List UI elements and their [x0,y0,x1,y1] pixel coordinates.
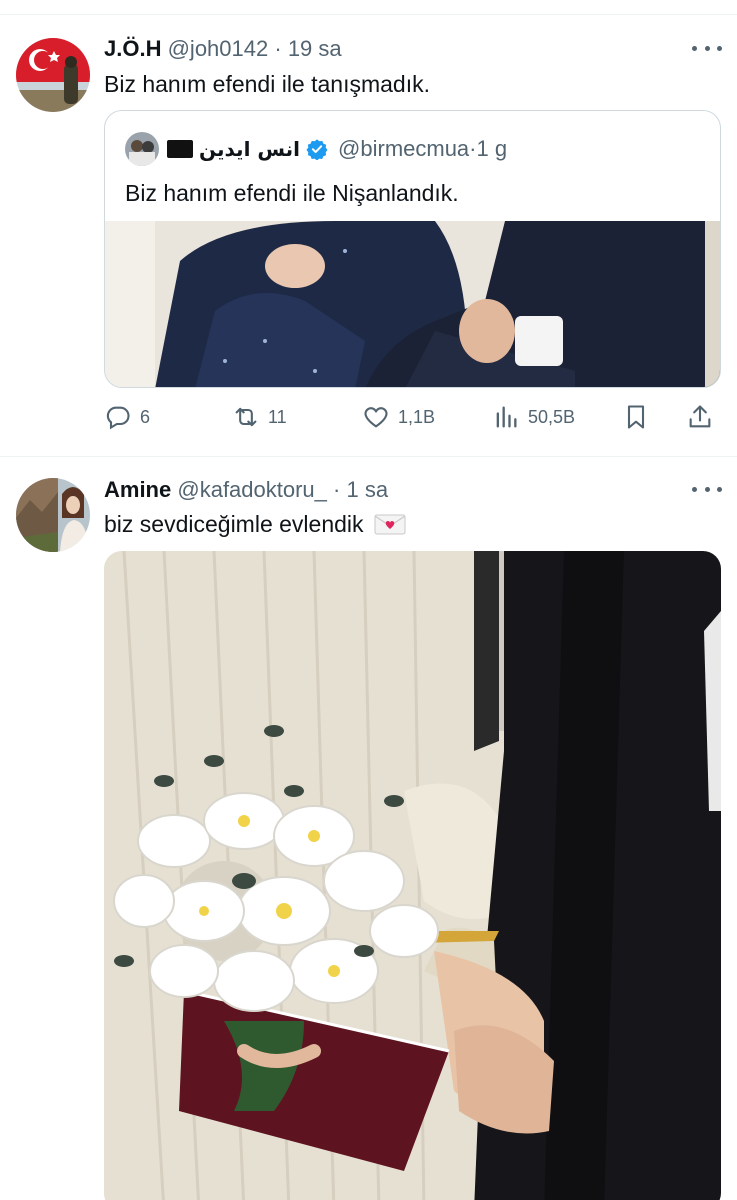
turkish-flag-avatar-icon [16,38,90,112]
heart-icon [364,407,388,428]
retweet-icon [235,407,257,427]
love-letter-icon [374,514,406,535]
tweet-header: Amine @kafadoktoru_ · 1 sa [104,477,388,503]
quoted-tweet-image[interactable] [105,221,720,387]
tweet-text: Biz hanım efendi ile tanışmadık. [104,71,430,97]
views-button[interactable]: 50,5B [492,400,575,434]
more-options-icon[interactable] [692,479,722,499]
reply-button[interactable]: 6 [104,400,150,434]
quoted-tweet-text: Biz hanım efendi ile Nişanlandık. [125,180,459,206]
avatar[interactable] [16,478,90,552]
separator-dot: · [469,136,477,161]
tweet-photo[interactable] [104,551,721,1200]
bookmark-button[interactable] [622,400,658,434]
avatar[interactable] [16,38,90,112]
tweet-text-line: biz sevdiceğimle evlendik [104,510,406,538]
author-name[interactable]: J.Ö.H [104,36,161,61]
quoted-tweet[interactable]: انس ایدین @birmecmua · 1 g Biz hanım efe… [104,110,721,388]
user-photo-avatar [16,478,90,552]
tweet-actions: 6 11 1,1B 50,5B [104,400,721,434]
separator-dot: · [333,477,341,502]
quoted-timestamp: 1 g [476,136,508,161]
like-button[interactable]: 1,1B [362,400,435,434]
like-count: 1,1B [398,406,436,427]
author-handle[interactable]: @kafadoktoru_ [177,477,327,502]
quoted-tweet-header: انس ایدین @birmecmua · 1 g [125,132,508,166]
reply-icon [106,406,130,430]
author-name[interactable]: Amine [104,477,171,502]
views-chart-icon [496,406,517,428]
verified-badge-icon [306,139,328,160]
share-icon [689,405,711,428]
retweet-count: 11 [268,406,287,427]
retweet-button[interactable]: 11 [232,400,287,434]
tweet-divider [0,456,737,457]
top-divider [0,14,737,15]
separator-dot: · [274,36,282,61]
timestamp[interactable]: 1 sa [346,477,388,502]
author-handle[interactable]: @joh0142 [168,36,269,61]
black-flag-icon [167,140,193,158]
quoted-avatar [125,132,159,166]
tweet-header: J.Ö.H @joh0142 · 19 sa [104,36,342,62]
reply-count: 6 [140,406,151,427]
quoted-author-handle: @birmecmua [338,136,470,161]
tweet-text: biz sevdiceğimle evlendik [104,511,364,537]
share-button[interactable] [686,400,722,434]
bookmark-icon [627,405,645,429]
timestamp[interactable]: 19 sa [288,36,342,61]
quoted-author-name: انس ایدین [199,137,301,161]
view-count: 50,5B [528,406,576,427]
more-options-icon[interactable] [692,38,722,58]
